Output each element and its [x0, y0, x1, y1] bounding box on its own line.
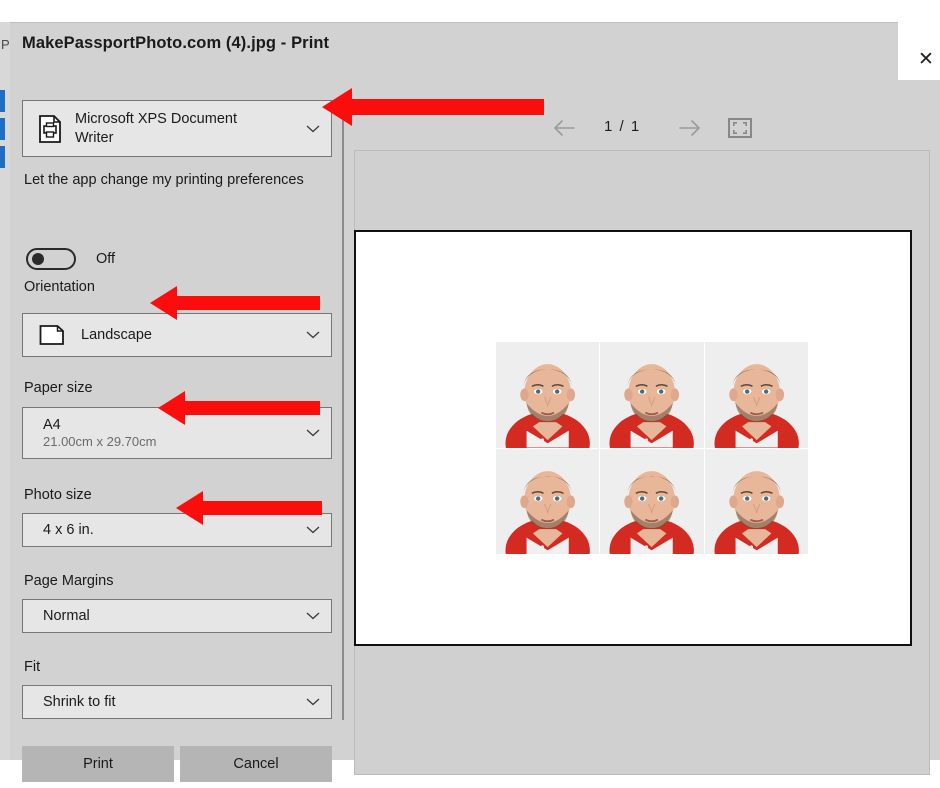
- passport-photo: [496, 448, 600, 554]
- passport-photo: [496, 342, 600, 448]
- fit-combo[interactable]: Shrink to fit: [22, 685, 332, 719]
- printer-document-icon: [37, 114, 63, 143]
- chevron-down-icon: [306, 526, 320, 535]
- next-page-icon[interactable]: [676, 114, 704, 142]
- dialog-title: MakePassportPhoto.com (4).jpg - Print: [22, 34, 330, 52]
- photo-size-combo[interactable]: 4 x 6 in.: [22, 513, 332, 547]
- screenshot-root: P MakePassportPhoto.com (4).jpg - Print …: [0, 0, 940, 788]
- photo-size-value: 4 x 6 in.: [43, 521, 94, 538]
- page-indicator: 1 / 1: [604, 118, 641, 135]
- passport-photo: [704, 448, 808, 554]
- cancel-button[interactable]: Cancel: [180, 746, 332, 782]
- page-margins-combo[interactable]: Normal: [22, 599, 332, 633]
- printer-name-line1: Microsoft XPS Document: [75, 111, 237, 128]
- passport-photo: [600, 448, 704, 554]
- paper-size-label: Paper size: [24, 380, 93, 396]
- passport-photo: [704, 342, 808, 448]
- close-icon[interactable]: ✕: [908, 44, 940, 74]
- orientation-label: Orientation: [24, 279, 95, 295]
- fit-value: Shrink to fit: [43, 693, 116, 710]
- background-ghost-text: P: [1, 37, 10, 52]
- printer-name-line2: Writer: [75, 129, 114, 146]
- chevron-down-icon: [306, 429, 320, 438]
- chevron-down-icon: [306, 612, 320, 621]
- app-preferences-toggle-row[interactable]: Off: [26, 248, 115, 270]
- paper-size-combo[interactable]: A4 21.00cm x 29.70cm: [22, 407, 332, 459]
- passport-photo: [600, 342, 704, 448]
- preview-toolbar: 1 / 1: [354, 106, 930, 150]
- app-preferences-label: Let the app change my printing preferenc…: [24, 172, 304, 188]
- print-button[interactable]: Print: [22, 746, 174, 782]
- app-preferences-toggle[interactable]: [26, 248, 76, 270]
- paper-size-dimensions: 21.00cm x 29.70cm: [43, 433, 157, 449]
- background-accent-1: [0, 90, 5, 112]
- background-accent-3: [0, 146, 5, 168]
- chevron-down-icon: [306, 124, 320, 133]
- printer-combo[interactable]: Microsoft XPS Document Writer: [22, 100, 332, 157]
- fit-to-page-icon[interactable]: [728, 118, 752, 138]
- settings-scrollbar[interactable]: [342, 100, 344, 720]
- passport-photo-grid: [496, 342, 808, 554]
- toggle-knob: [32, 253, 44, 265]
- photo-size-label: Photo size: [24, 487, 92, 503]
- page-margins-label: Page Margins: [24, 573, 114, 589]
- background-accent-2: [0, 118, 5, 140]
- fit-label: Fit: [24, 659, 41, 675]
- page-margins-value: Normal: [43, 607, 90, 624]
- orientation-combo[interactable]: Landscape: [22, 313, 332, 357]
- landscape-page-icon: [39, 324, 65, 346]
- toggle-state-label: Off: [96, 251, 116, 267]
- orientation-value: Landscape: [81, 326, 152, 343]
- paper-size-value: A4: [43, 416, 61, 433]
- settings-panel: Microsoft XPS Document Writer Let the ap…: [14, 72, 340, 782]
- prev-page-icon[interactable]: [550, 114, 578, 142]
- chevron-down-icon: [306, 698, 320, 707]
- chevron-down-icon: [306, 331, 320, 340]
